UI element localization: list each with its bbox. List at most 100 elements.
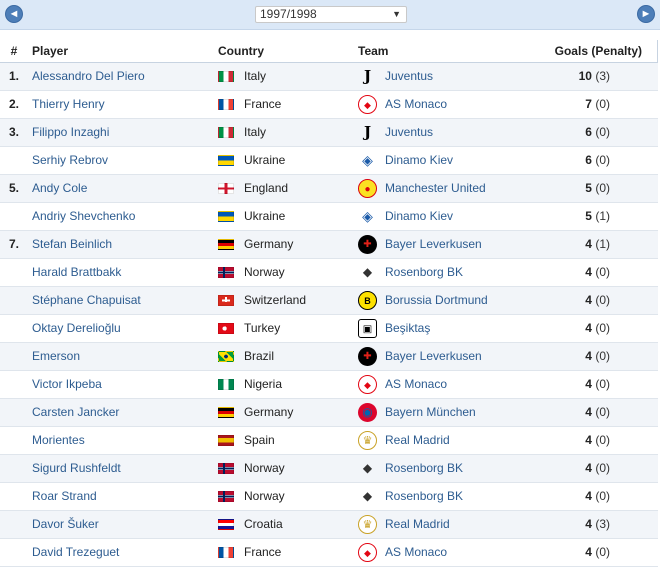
team-link[interactable]: AS Monaco — [385, 377, 447, 391]
penalty-value: (0) — [595, 265, 610, 279]
player-link[interactable]: Filippo Inzaghi — [32, 125, 109, 139]
table-row: 3. Filippo Inzaghi Italy J Juventus 6 (0) — [0, 118, 658, 147]
player-link[interactable]: Sigurd Rushfeldt — [32, 461, 121, 475]
penalty-value: (1) — [595, 237, 610, 251]
player-link[interactable]: Stefan Beinlich — [32, 237, 112, 251]
leverkusen-crest-icon: ✚ — [358, 234, 377, 254]
team-link[interactable]: Bayer Leverkusen — [385, 349, 482, 363]
team-link[interactable]: Borussia Dortmund — [385, 293, 488, 307]
player-link[interactable]: Stéphane Chapuisat — [32, 293, 141, 307]
top-scorers-table: # Player Country Team Goals (Penalty) 1.… — [0, 40, 658, 567]
player-link[interactable]: Emerson — [32, 349, 80, 363]
player-cell: Davor Šuker — [28, 510, 214, 539]
previous-season-button[interactable]: ◄ — [5, 5, 23, 23]
team-link[interactable]: Rosenborg BK — [385, 489, 463, 503]
rank-cell — [0, 286, 28, 315]
team-link[interactable]: Bayern München — [385, 405, 476, 419]
team-link[interactable]: Juventus — [385, 125, 433, 139]
team-link[interactable]: Real Madrid — [385, 433, 450, 447]
player-link[interactable]: Davor Šuker — [32, 517, 99, 531]
country-cell: Italy — [214, 62, 354, 91]
team-link[interactable]: Juventus — [385, 69, 433, 83]
country-cell: Norway — [214, 454, 354, 483]
team-cell: ◆ AS Monaco — [354, 538, 544, 567]
goals-value: 10 — [578, 69, 592, 83]
team-cell: ◉ Bayern München — [354, 398, 544, 427]
penalty-value: (0) — [595, 545, 610, 559]
penalty-value: (0) — [595, 321, 610, 335]
team-link[interactable]: Rosenborg BK — [385, 265, 463, 279]
team-link[interactable]: Real Madrid — [385, 517, 450, 531]
team-link[interactable]: AS Monaco — [385, 545, 447, 559]
player-link[interactable]: Roar Strand — [32, 489, 97, 503]
goals-value: 4 — [585, 489, 592, 503]
ukraine-flag-icon — [218, 154, 234, 166]
season-dropdown[interactable]: 1997/1998 ▼ — [255, 6, 407, 23]
player-link[interactable]: Morientes — [32, 433, 85, 447]
player-link[interactable]: Carsten Jancker — [32, 405, 119, 419]
nigeria-flag-icon — [218, 378, 234, 390]
rank-cell — [0, 258, 28, 287]
penalty-value: (1) — [595, 209, 610, 223]
player-link[interactable]: Thierry Henry — [32, 97, 105, 111]
penalty-value: (0) — [595, 433, 610, 447]
goals-value: 4 — [585, 321, 592, 335]
column-header-team[interactable]: Team — [354, 40, 544, 63]
player-link[interactable]: Harald Brattbakk — [32, 265, 121, 279]
team-link[interactable]: AS Monaco — [385, 97, 447, 111]
spain-flag-icon — [218, 434, 234, 446]
team-link[interactable]: Dinamo Kiev — [385, 153, 453, 167]
table-row: 5. Andy Cole England ● Manchester United 5 (0… — [0, 174, 658, 203]
table-row: Morientes Spain ♛ Real Madrid 4 (0) — [0, 426, 658, 455]
player-cell: Serhiy Rebrov — [28, 146, 214, 175]
country-name: Norway — [244, 265, 285, 279]
goals-cell: 4 (0) — [544, 538, 658, 567]
manutd-crest-icon: ● — [358, 178, 377, 198]
goals-value: 5 — [585, 209, 592, 223]
country-name: Spain — [244, 433, 275, 447]
next-season-button[interactable]: ► — [637, 5, 655, 23]
player-link[interactable]: Serhiy Rebrov — [32, 153, 108, 167]
team-cell: ● Manchester United — [354, 174, 544, 203]
penalty-value: (0) — [595, 489, 610, 503]
table-row: Roar Strand Norway ◆ Rosenborg BK 4 (0) — [0, 482, 658, 511]
player-link[interactable]: David Trezeguet — [32, 545, 119, 559]
team-link[interactable]: Dinamo Kiev — [385, 209, 453, 223]
team-cell: J Juventus — [354, 118, 544, 147]
player-cell: Alessandro Del Piero — [28, 62, 214, 91]
goals-cell: 7 (0) — [544, 90, 658, 119]
monaco-crest-icon: ◆ — [358, 94, 377, 114]
goals-cell: 4 (0) — [544, 426, 658, 455]
player-link[interactable]: Oktay Derelioğlu — [32, 321, 121, 335]
penalty-value: (0) — [595, 461, 610, 475]
column-header-player[interactable]: Player — [28, 40, 214, 63]
goals-value: 4 — [585, 349, 592, 363]
country-cell: Ukraine — [214, 146, 354, 175]
goals-cell: 4 (0) — [544, 258, 658, 287]
team-link[interactable]: Rosenborg BK — [385, 461, 463, 475]
ukraine-flag-icon — [218, 210, 234, 222]
country-name: Italy — [244, 69, 267, 83]
player-link[interactable]: Alessandro Del Piero — [32, 69, 145, 83]
player-cell: Harald Brattbakk — [28, 258, 214, 287]
goals-cell: 10 (3) — [544, 62, 658, 91]
country-cell: Italy — [214, 118, 354, 147]
penalty-value: (0) — [595, 97, 610, 111]
team-cell: ✚ Bayer Leverkusen — [354, 230, 544, 259]
italy-flag-icon — [218, 126, 234, 138]
team-cell: ◆ AS Monaco — [354, 90, 544, 119]
country-name: Norway — [244, 489, 285, 503]
column-header-goals[interactable]: Goals (Penalty) — [544, 40, 658, 63]
team-link[interactable]: Beşiktaş — [385, 321, 430, 335]
goals-value: 5 — [585, 181, 592, 195]
team-link[interactable]: Manchester United — [385, 181, 486, 195]
rank-cell — [0, 202, 28, 231]
country-name: Germany — [244, 405, 294, 419]
goals-cell: 4 (1) — [544, 230, 658, 259]
player-link[interactable]: Victor Ikpeba — [32, 377, 102, 391]
team-link[interactable]: Bayer Leverkusen — [385, 237, 482, 251]
player-link[interactable]: Andy Cole — [32, 181, 87, 195]
italy-flag-icon — [218, 70, 234, 82]
player-link[interactable]: Andriy Shevchenko — [32, 209, 135, 223]
column-header-country[interactable]: Country — [214, 40, 354, 63]
